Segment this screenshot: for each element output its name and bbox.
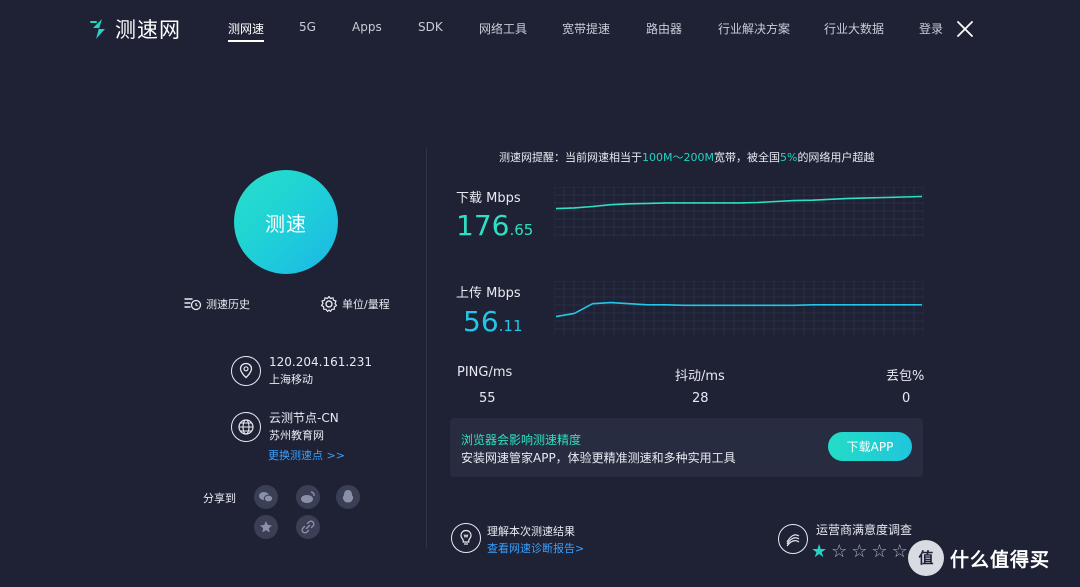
download-label: 下载 Mbps [456,191,521,206]
rating-star-icon[interactable]: ☆ [831,543,847,561]
weibo-icon[interactable] [296,485,320,509]
diagnosis-report-link[interactable]: 查看网速诊断报告> [487,540,584,557]
nav-item-speedtest[interactable]: 测网速 [228,20,265,42]
app-promo-banner: 浏览器会影响测速精度 安装网速管家APP，体验更精准测速和多种实用工具 下载AP… [450,418,923,477]
carrier-survey-title: 运营商满意度调查 [816,523,913,537]
satisfaction-rating[interactable]: ★ ☆ ☆ ☆ ☆ [811,543,908,561]
jitter-label: 抖动/ms [675,369,725,384]
watermark-text: 什么值得买 [950,548,1051,571]
qq-icon[interactable] [336,485,360,509]
node-network: 苏州教育网 [269,429,324,442]
ip-address: 120.204.161.231 [269,355,373,369]
nav-item-login[interactable]: 登录 [919,20,943,37]
understand-result[interactable]: 理解本次测速结果 查看网速诊断报告> [451,523,584,557]
watermark-logo-icon: 值 [908,540,944,576]
watermark: 值 什么值得买 [908,540,1050,576]
location-pin-icon [231,356,261,386]
nav-item-network-tools[interactable]: 网络工具 [479,20,527,37]
link-icon[interactable] [296,515,320,539]
wechat-icon[interactable] [254,485,278,509]
speed-tip: 测速网提醒：当前网速相当于100M～200M宽带，被全国5%的网络用户超越 [499,149,874,165]
svg-text:值: 值 [918,549,933,567]
rating-star-icon[interactable]: ★ [811,543,827,561]
tip-middle: 宽带，被全国 [713,151,780,164]
packet-loss-label: 丢包% [886,369,925,384]
rating-star-icon[interactable]: ☆ [851,543,867,561]
download-chart [554,187,924,237]
upload-label: 上传 Mbps [456,286,521,301]
nav-item-broadband[interactable]: 宽带提速 [562,20,610,37]
upload-value-dec: .11 [498,317,523,335]
history-button[interactable]: 测速历史 [184,296,250,312]
nav-item-sdk[interactable]: SDK [418,20,443,34]
nav-item-solutions[interactable]: 行业解决方案 [718,20,790,37]
unit-range-label: 单位/量程 [342,298,390,311]
ping-label: PING/ms [457,365,513,380]
rating-star-icon[interactable]: ☆ [871,543,887,561]
download-value-dec: .65 [509,221,534,239]
promo-title: 浏览器会影响测速精度 [461,433,582,447]
node-name: 云测节点-CN [269,411,339,425]
tip-range: 100M～200M [642,151,714,164]
top-header: 测速网 测网速 5G Apps SDK 网络工具 宽带提速 路由器 行业解决方案… [0,0,1080,56]
upload-value-int: 56 [463,305,499,338]
start-speedtest-button[interactable]: 测速 [234,170,338,274]
nav-item-router[interactable]: 路由器 [646,20,682,37]
packet-loss-value: 0 [902,391,911,406]
unit-range-button[interactable]: 单位/量程 [320,295,390,313]
ping-value: 55 [479,391,496,406]
promo-subtitle: 安装网速管家APP，体验更精准测速和多种实用工具 [461,451,736,465]
favorite-star-icon[interactable] [254,515,278,539]
jitter-value: 28 [692,391,709,406]
share-label: 分享到 [203,492,236,505]
upload-series-grid [554,281,924,335]
node-info: 云测节点-CN 苏州教育网 [231,410,339,445]
upload-value: 56.11 [463,305,523,338]
change-node-link[interactable]: 更换测速点 >> [268,447,345,463]
panel-divider [426,148,427,548]
nav-item-big-data[interactable]: 行业大数据 [824,20,884,37]
download-app-button[interactable]: 下载APP [828,432,912,461]
download-value-int: 176 [456,209,510,242]
tip-suffix: 的网络用户超越 [797,151,875,164]
nav-item-5g[interactable]: 5G [299,20,316,34]
download-value: 176.65 [456,209,533,242]
isp-name: 上海移动 [269,373,313,386]
rating-star-icon[interactable]: ☆ [892,543,908,561]
history-icon [184,298,202,311]
ip-info: 120.204.161.231 上海移动 [231,354,372,389]
nav-item-apps[interactable]: Apps [352,20,382,34]
close-icon[interactable] [955,19,975,39]
tip-prefix: 测速网提醒：当前网速相当于 [499,151,642,164]
gear-icon [320,295,338,313]
tip-percent: 5% [779,151,798,164]
carrier-icon [778,524,808,554]
understand-title: 理解本次测速结果 [487,525,575,538]
main-nav: 测网速 5G Apps SDK 网络工具 宽带提速 路由器 行业解决方案 行业大… [0,20,1080,42]
upload-chart [554,281,924,335]
lightbulb-icon [451,523,481,553]
globe-icon [231,412,261,442]
download-series-grid [554,187,924,237]
history-label: 测速历史 [206,298,250,311]
